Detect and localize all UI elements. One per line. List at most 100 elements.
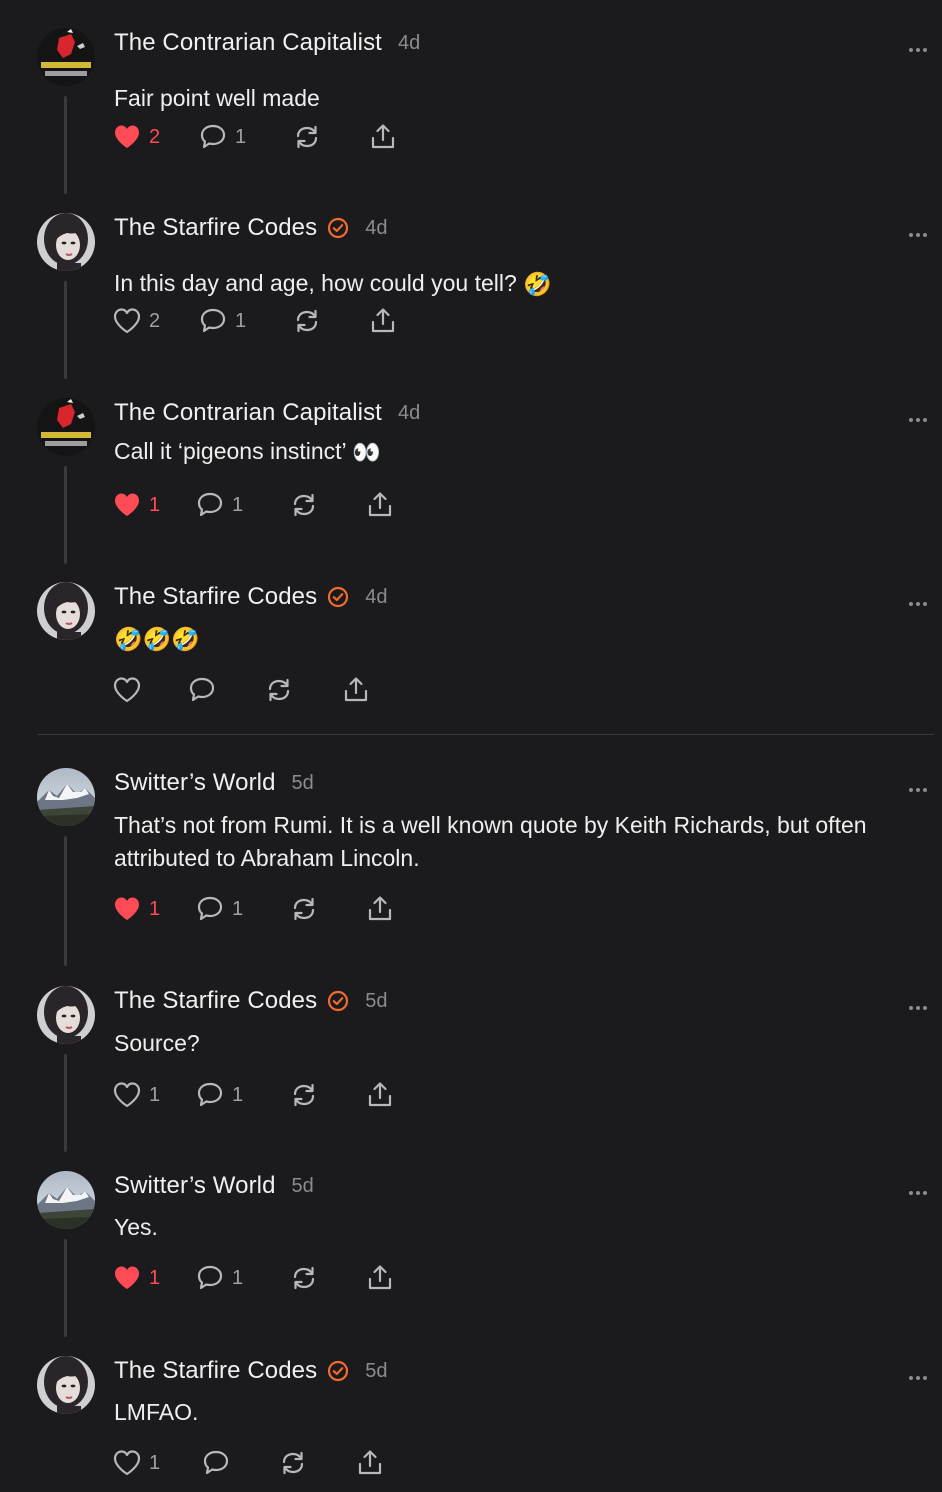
- like-button[interactable]: 2: [112, 120, 160, 154]
- restack-button[interactable]: [292, 304, 322, 338]
- share-button[interactable]: [341, 673, 371, 707]
- restack-button[interactable]: [292, 120, 322, 154]
- restack-button[interactable]: [289, 1078, 319, 1112]
- avatar[interactable]: [37, 28, 95, 86]
- comment-body: In this day and age, how could you tell?: [114, 270, 524, 296]
- like-button[interactable]: [112, 673, 142, 707]
- restack-button[interactable]: [278, 1446, 308, 1480]
- author-name[interactable]: The Contrarian Capitalist: [114, 29, 382, 57]
- comment-body: Source?: [114, 1030, 200, 1056]
- comment-bubble-icon: [195, 894, 225, 924]
- more-options-icon[interactable]: [908, 1183, 928, 1195]
- like-button[interactable]: 1: [112, 488, 160, 522]
- restack-icon: [292, 122, 322, 152]
- thread-line: [64, 466, 67, 564]
- reply-count: 1: [232, 1083, 244, 1106]
- reply-button[interactable]: 1: [195, 488, 243, 522]
- restack-button[interactable]: [289, 488, 319, 522]
- comment: The Starfire Codes 5d LMFAO. 1: [0, 1356, 942, 1476]
- restack-button[interactable]: [264, 673, 294, 707]
- comment-text: Call it ‘pigeons instinct’ 👀: [114, 435, 924, 469]
- more-options-icon[interactable]: [908, 410, 928, 422]
- share-icon: [365, 1263, 395, 1293]
- like-button[interactable]: 1: [112, 1446, 160, 1480]
- like-button[interactable]: 1: [112, 1078, 160, 1112]
- restack-button[interactable]: [289, 892, 319, 926]
- author-name[interactable]: The Starfire Codes: [114, 987, 317, 1015]
- like-count: 1: [149, 1083, 161, 1106]
- share-button[interactable]: [365, 1078, 395, 1112]
- share-button[interactable]: [365, 892, 395, 926]
- share-button[interactable]: [355, 1446, 385, 1480]
- reply-count: 1: [235, 125, 247, 148]
- emoji: 🤣: [523, 271, 552, 298]
- reply-count: 1: [232, 897, 244, 920]
- restack-icon: [278, 1448, 308, 1478]
- share-button[interactable]: [365, 488, 395, 522]
- like-count: 1: [149, 897, 161, 920]
- more-options-icon[interactable]: [908, 998, 928, 1010]
- like-count: 2: [149, 309, 161, 332]
- avatar[interactable]: [37, 1171, 95, 1229]
- thread-divider: [37, 734, 934, 735]
- comment: The Starfire Codes 4d In this day and age…: [0, 213, 942, 379]
- more-options-icon[interactable]: [908, 40, 928, 52]
- comment-text: 🤣🤣🤣: [114, 622, 924, 656]
- more-options-icon[interactable]: [908, 780, 928, 792]
- author-name[interactable]: Switter’s World: [114, 1172, 276, 1200]
- avatar[interactable]: [37, 582, 95, 640]
- avatar[interactable]: [37, 768, 95, 826]
- share-button[interactable]: [368, 120, 398, 154]
- reply-button[interactable]: 1: [198, 120, 246, 154]
- comment-bubble-icon: [198, 306, 228, 336]
- like-button[interactable]: 1: [112, 892, 160, 926]
- reply-button[interactable]: 1: [195, 892, 243, 926]
- comment-header: Switter’s World 5d: [114, 1171, 314, 1201]
- thread-line: [64, 836, 67, 966]
- comment: The Starfire Codes 5d Source? 1 1: [0, 986, 942, 1152]
- timestamp: 5d: [291, 771, 314, 794]
- reply-count: 1: [232, 1266, 244, 1289]
- author-name[interactable]: The Contrarian Capitalist: [114, 399, 382, 427]
- heart-icon: [112, 122, 142, 152]
- verified-icon: [327, 990, 349, 1012]
- author-name[interactable]: Switter’s World: [114, 769, 276, 797]
- comment-body: LMFAO.: [114, 1399, 199, 1425]
- share-button[interactable]: [365, 1261, 395, 1295]
- more-options-icon[interactable]: [908, 1368, 928, 1380]
- more-options-icon[interactable]: [908, 225, 928, 237]
- comment-bubble-icon: [195, 1080, 225, 1110]
- reply-button[interactable]: [201, 1446, 231, 1480]
- restack-icon: [264, 675, 294, 705]
- share-icon: [368, 306, 398, 336]
- comment-header: The Starfire Codes 5d: [114, 1356, 387, 1386]
- author-name[interactable]: The Starfire Codes: [114, 1357, 317, 1385]
- avatar[interactable]: [37, 213, 95, 271]
- like-count: 1: [149, 1451, 161, 1474]
- author-name[interactable]: The Starfire Codes: [114, 214, 317, 242]
- reply-count: 1: [232, 493, 244, 516]
- reply-button[interactable]: 1: [195, 1078, 243, 1112]
- thread-line: [64, 281, 67, 379]
- heart-icon: [112, 675, 142, 705]
- avatar[interactable]: [37, 398, 95, 456]
- like-button[interactable]: 1: [112, 1261, 160, 1295]
- author-name[interactable]: The Starfire Codes: [114, 583, 317, 611]
- share-icon: [365, 490, 395, 520]
- reply-button[interactable]: 1: [198, 304, 246, 338]
- thread-line: [64, 96, 67, 194]
- reply-button[interactable]: 1: [195, 1261, 243, 1295]
- comment: Switter’s World 5d Yes. 1 1: [0, 1171, 942, 1337]
- comment-bubble-icon: [201, 1448, 231, 1478]
- timestamp: 5d: [365, 1359, 388, 1382]
- avatar[interactable]: [37, 986, 95, 1044]
- like-count: 2: [149, 125, 161, 148]
- more-options-icon[interactable]: [908, 594, 928, 606]
- share-button[interactable]: [368, 304, 398, 338]
- restack-icon: [289, 1263, 319, 1293]
- reply-button[interactable]: [187, 673, 217, 707]
- restack-button[interactable]: [289, 1261, 319, 1295]
- avatar[interactable]: [37, 1356, 95, 1414]
- comment-bubble-icon: [195, 490, 225, 520]
- like-button[interactable]: 2: [112, 304, 160, 338]
